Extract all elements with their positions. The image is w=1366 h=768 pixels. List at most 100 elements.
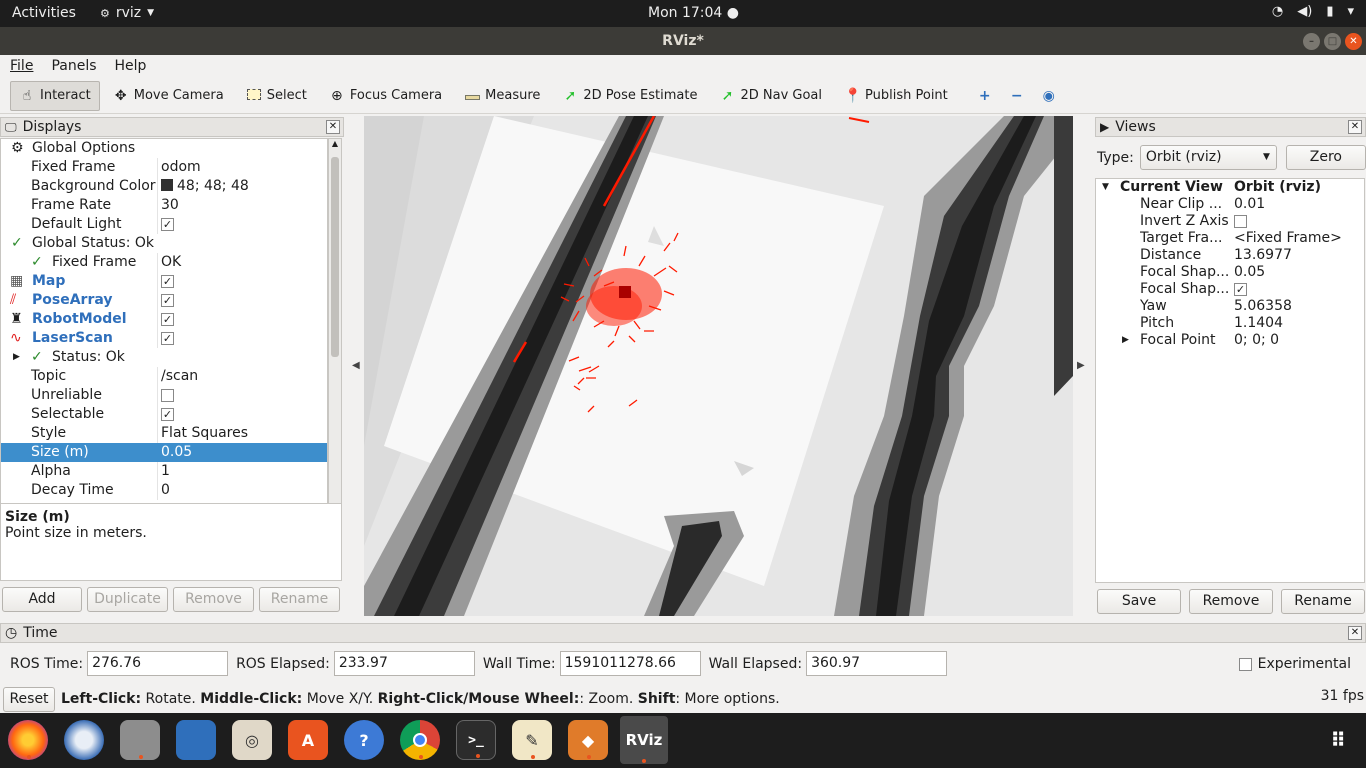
- selectable-checkbox[interactable]: ✓: [161, 407, 174, 421]
- row-value[interactable]: 13.6977: [1234, 247, 1292, 264]
- scrollbar-thumb[interactable]: [331, 157, 339, 357]
- row-value[interactable]: 0.05: [1234, 264, 1265, 281]
- rhythmbox-icon[interactable]: ◎: [232, 720, 272, 760]
- map-enabled-checkbox[interactable]: ✓: [161, 274, 174, 288]
- tree-row-size[interactable]: Size (m) 0.05: [1, 443, 327, 462]
- row-value[interactable]: odom: [161, 158, 201, 177]
- menu-panels[interactable]: Panels: [51, 55, 96, 77]
- experimental-checkbox[interactable]: [1238, 657, 1252, 671]
- move-camera-tool[interactable]: ✥ Move Camera: [104, 81, 233, 111]
- view-row-focal-point[interactable]: ▶ Focal Point 0; 0; 0: [1096, 332, 1364, 349]
- row-value[interactable]: /scan: [161, 367, 198, 386]
- row-value[interactable]: 1.1404: [1234, 315, 1283, 332]
- tree-row-status[interactable]: ▶ ✓ Status: Ok: [1, 348, 327, 367]
- view-row-target-frame[interactable]: Target Fra... <Fixed Frame>: [1096, 230, 1364, 247]
- displays-scrollbar[interactable]: ▲ ▼: [328, 138, 342, 516]
- expand-arrow-icon[interactable]: ▶: [13, 348, 20, 367]
- views-tree[interactable]: ▼ Current View Orbit (rviz) Near Clip ..…: [1095, 178, 1365, 583]
- row-value[interactable]: 48; 48; 48: [161, 177, 249, 196]
- tree-row-fixed-frame[interactable]: Fixed Frame odom: [1, 158, 327, 177]
- row-value[interactable]: Flat Squares: [161, 424, 248, 443]
- wall-time-field[interactable]: 1591011278.66: [559, 651, 701, 676]
- help-icon[interactable]: ?: [344, 720, 384, 760]
- text-editor-icon[interactable]: ✎: [512, 720, 552, 760]
- chevron-down-icon[interactable]: ▾: [1347, 4, 1354, 19]
- remove-view-button[interactable]: Remove: [1189, 589, 1273, 614]
- experimental-option[interactable]: Experimental: [1238, 656, 1351, 672]
- tree-row-fixed-frame-status[interactable]: ✓ Fixed Frame OK: [1, 253, 327, 272]
- writer-icon[interactable]: [176, 720, 216, 760]
- view-options-button[interactable]: ◉: [1035, 81, 1063, 111]
- robotmodel-enabled-checkbox[interactable]: ✓: [161, 312, 174, 326]
- tree-row-laserscan[interactable]: ∿ LaserScan ✓: [1, 329, 327, 348]
- default-light-checkbox[interactable]: ✓: [161, 217, 174, 231]
- clock[interactable]: Mon 17:04 ●: [648, 5, 739, 21]
- system-tray[interactable]: ◔ ◀) ▮ ▾: [1272, 4, 1354, 19]
- minimize-button[interactable]: –: [1303, 33, 1320, 50]
- view-row-near-clip[interactable]: Near Clip ... 0.01: [1096, 196, 1364, 213]
- 2d-pose-estimate-tool[interactable]: ➚ 2D Pose Estimate: [553, 81, 706, 111]
- close-panel-button[interactable]: ✕: [326, 120, 340, 134]
- wifi-icon[interactable]: ◔: [1272, 4, 1283, 19]
- 3d-render-view[interactable]: [364, 116, 1073, 616]
- 2d-nav-goal-tool[interactable]: ➚ 2D Nav Goal: [710, 81, 831, 111]
- remove-tool-button[interactable]: −: [1003, 81, 1031, 111]
- add-tool-button[interactable]: +: [971, 81, 999, 111]
- posearray-enabled-checkbox[interactable]: ✓: [161, 293, 174, 307]
- view-row-yaw[interactable]: Yaw 5.06358: [1096, 298, 1364, 315]
- collapse-left-icon[interactable]: ◀: [352, 360, 360, 371]
- thunderbird-icon[interactable]: [64, 720, 104, 760]
- measure-tool[interactable]: Measure: [455, 81, 549, 111]
- battery-icon[interactable]: ▮: [1326, 4, 1333, 19]
- displays-tree[interactable]: ⚙ Global Options Fixed Frame odom Backgr…: [0, 138, 328, 516]
- ros-elapsed-field[interactable]: 233.97: [333, 651, 475, 676]
- scroll-up-icon[interactable]: ▲: [329, 139, 341, 148]
- tree-row-default-light[interactable]: Default Light ✓: [1, 215, 327, 234]
- rename-display-button[interactable]: Rename: [259, 587, 340, 612]
- row-value[interactable]: 0; 0; 0: [1234, 332, 1279, 349]
- tree-row-style[interactable]: Style Flat Squares: [1, 424, 327, 443]
- tree-row-global-options[interactable]: ⚙ Global Options: [1, 139, 327, 158]
- focal-shape-checkbox[interactable]: ✓: [1234, 282, 1247, 296]
- reset-button[interactable]: Reset: [3, 686, 55, 712]
- firefox-icon[interactable]: [8, 720, 48, 760]
- view-row-focal-shape-fixed[interactable]: Focal Shap... ✓: [1096, 281, 1364, 298]
- row-value[interactable]: 0: [161, 481, 170, 500]
- gazebo-icon[interactable]: ◆: [568, 720, 608, 760]
- tree-row-global-status[interactable]: ✓ Global Status: Ok: [1, 234, 327, 253]
- software-center-icon[interactable]: A: [288, 720, 328, 760]
- row-value[interactable]: 0.01: [1234, 196, 1265, 213]
- focus-camera-tool[interactable]: ⊕ Focus Camera: [320, 81, 451, 111]
- remove-display-button[interactable]: Remove: [173, 587, 254, 612]
- tree-row-selectable[interactable]: Selectable ✓: [1, 405, 327, 424]
- duplicate-button[interactable]: Duplicate: [87, 587, 168, 612]
- unreliable-checkbox[interactable]: [161, 388, 174, 402]
- activities-button[interactable]: Activities: [12, 5, 76, 21]
- terminal-icon[interactable]: >_: [456, 720, 496, 760]
- interact-tool[interactable]: ☝ Interact: [10, 80, 100, 111]
- tree-row-map[interactable]: ▦ Map ✓: [1, 272, 327, 291]
- close-button[interactable]: ✕: [1345, 33, 1362, 50]
- collapse-right-icon[interactable]: ▶: [1077, 360, 1085, 371]
- save-view-button[interactable]: Save: [1097, 589, 1181, 614]
- files-icon[interactable]: [120, 720, 160, 760]
- select-tool[interactable]: Select: [237, 81, 316, 111]
- laserscan-enabled-checkbox[interactable]: ✓: [161, 331, 174, 345]
- close-panel-button[interactable]: ✕: [1348, 626, 1362, 640]
- current-view-row[interactable]: ▼ Current View Orbit (rviz): [1096, 179, 1364, 196]
- view-row-distance[interactable]: Distance 13.6977: [1096, 247, 1364, 264]
- tree-row-posearray[interactable]: ⫽ PoseArray ✓: [1, 291, 327, 310]
- tree-row-alpha[interactable]: Alpha 1: [1, 462, 327, 481]
- view-row-invert-z[interactable]: Invert Z Axis: [1096, 213, 1364, 230]
- row-value[interactable]: 5.06358: [1234, 298, 1292, 315]
- row-value[interactable]: 30: [161, 196, 179, 215]
- app-menu[interactable]: ⚙ rviz ▼: [100, 5, 154, 21]
- show-applications-icon[interactable]: ⠿: [1318, 720, 1358, 760]
- view-row-focal-shape-size[interactable]: Focal Shap... 0.05: [1096, 264, 1364, 281]
- view-row-pitch[interactable]: Pitch 1.1404: [1096, 315, 1364, 332]
- tree-row-topic[interactable]: Topic /scan: [1, 367, 327, 386]
- expand-arrow-icon[interactable]: ▶: [1122, 332, 1129, 349]
- tree-row-decay-time[interactable]: Decay Time 0: [1, 481, 327, 500]
- publish-point-tool[interactable]: 📍 Publish Point: [835, 81, 957, 111]
- expand-arrow-icon[interactable]: ▼: [1102, 179, 1109, 196]
